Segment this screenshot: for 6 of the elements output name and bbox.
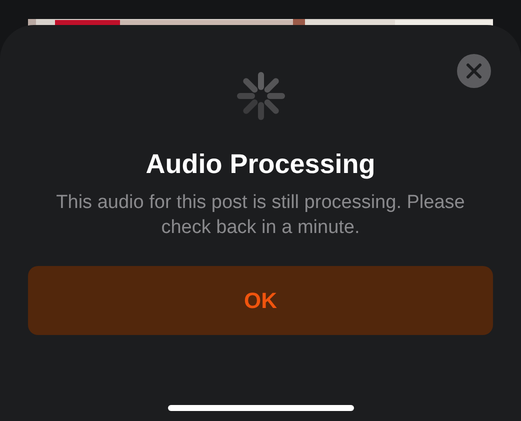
loading-spinner-icon [236,71,286,121]
close-icon [466,63,482,79]
dialog-message: This audio for this post is still processing. Please check back in a minute. [55,191,466,240]
ok-button[interactable]: OK [28,266,493,335]
close-button[interactable] [457,54,491,88]
dialog-title: Audio Processing [146,149,376,180]
